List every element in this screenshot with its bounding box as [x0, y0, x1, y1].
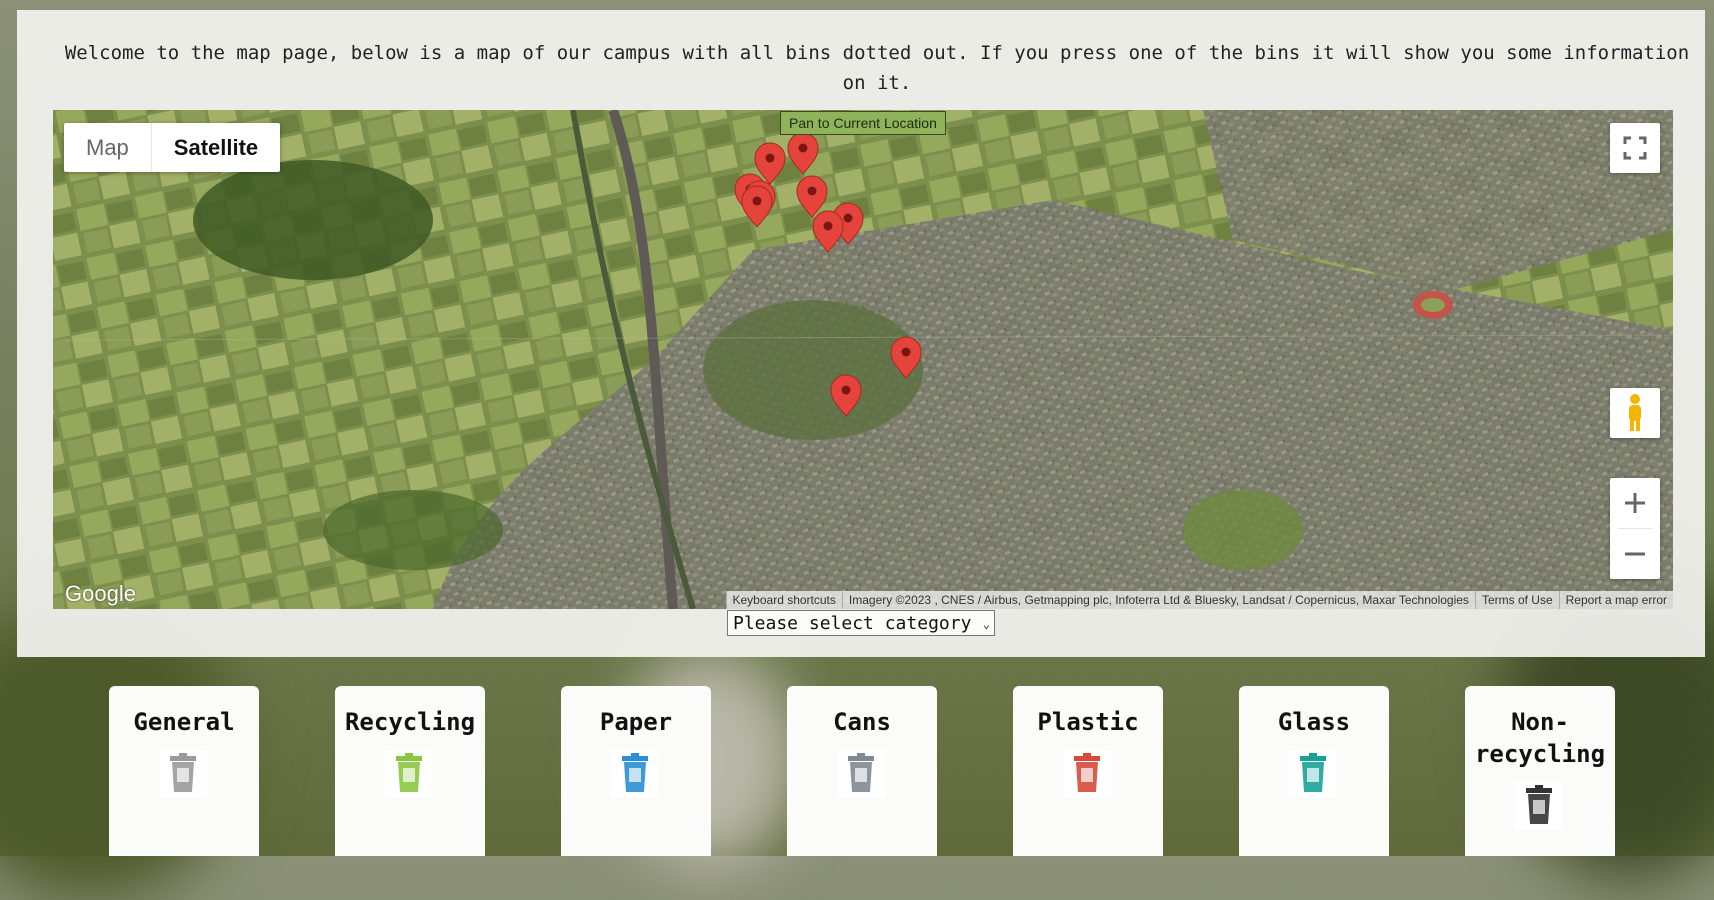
google-logo: Google: [65, 581, 136, 606]
pan-to-location-button[interactable]: Pan to Current Location: [780, 111, 946, 135]
category-card-paper[interactable]: Paper: [561, 686, 711, 856]
intro-text: Welcome to the map page, below is a map …: [64, 42, 1690, 94]
zoom-control: [1610, 478, 1660, 579]
category-card-title: Glass: [1277, 708, 1351, 736]
category-card-title: Non- recycling: [1474, 708, 1606, 768]
terms-of-use-link[interactable]: Terms of Use: [1474, 591, 1559, 609]
glass-bin-icon: [1289, 750, 1337, 798]
chevron-down-icon: ⌄: [982, 617, 990, 631]
fullscreen-icon: [1623, 136, 1647, 160]
zoom-out-button[interactable]: [1610, 529, 1660, 579]
category-card-title: Cans: [833, 708, 891, 736]
fullscreen-button[interactable]: [1610, 123, 1660, 173]
paper-bin-icon: [611, 750, 659, 798]
category-select[interactable]: Please select category ⌄: [727, 610, 995, 636]
category-card-title: Plastic: [1037, 708, 1139, 736]
cans-bin-icon: [837, 750, 885, 798]
street-view-pegman[interactable]: [1610, 388, 1660, 438]
category-card-cans[interactable]: Cans: [787, 686, 937, 856]
satellite-imagery[interactable]: [53, 110, 1673, 609]
category-card-plastic[interactable]: Plastic: [1013, 686, 1163, 856]
recycling-bin-icon: [385, 750, 433, 798]
zoom-in-button[interactable]: [1610, 478, 1660, 528]
non-recycling-bin-icon: [1515, 782, 1563, 830]
map-type-satellite-button[interactable]: Satellite: [152, 123, 280, 172]
map-type-map-button[interactable]: Map: [64, 123, 152, 172]
category-card-title: Paper: [599, 708, 673, 736]
plastic-bin-icon: [1063, 750, 1111, 798]
report-map-error-link[interactable]: Report a map error: [1558, 591, 1673, 609]
pegman-icon: [1629, 394, 1641, 431]
map-attribution: Keyboard shortcuts Imagery ©2023 , CNES …: [725, 591, 1673, 609]
category-card-non-recycling[interactable]: Non- recycling: [1465, 686, 1615, 856]
category-card-title: Recycling: [344, 708, 476, 736]
category-card-recycling[interactable]: Recycling: [335, 686, 485, 856]
keyboard-shortcuts-link[interactable]: Keyboard shortcuts: [725, 591, 842, 609]
map-type-control: Map Satellite: [64, 123, 281, 172]
campus-map[interactable]: Map Satellite Pan to Current Location Go…: [53, 110, 1673, 609]
minus-icon: [1625, 552, 1645, 556]
category-card-glass[interactable]: Glass: [1239, 686, 1389, 856]
category-card-title: General: [133, 708, 235, 736]
plus-icon: [1625, 493, 1645, 513]
general-bin-icon: [159, 750, 207, 798]
imagery-credit: Imagery ©2023 , CNES / Airbus, Getmappin…: [841, 591, 1475, 609]
category-select-value: Please select category: [733, 613, 972, 634]
category-card-general[interactable]: General: [109, 686, 259, 856]
